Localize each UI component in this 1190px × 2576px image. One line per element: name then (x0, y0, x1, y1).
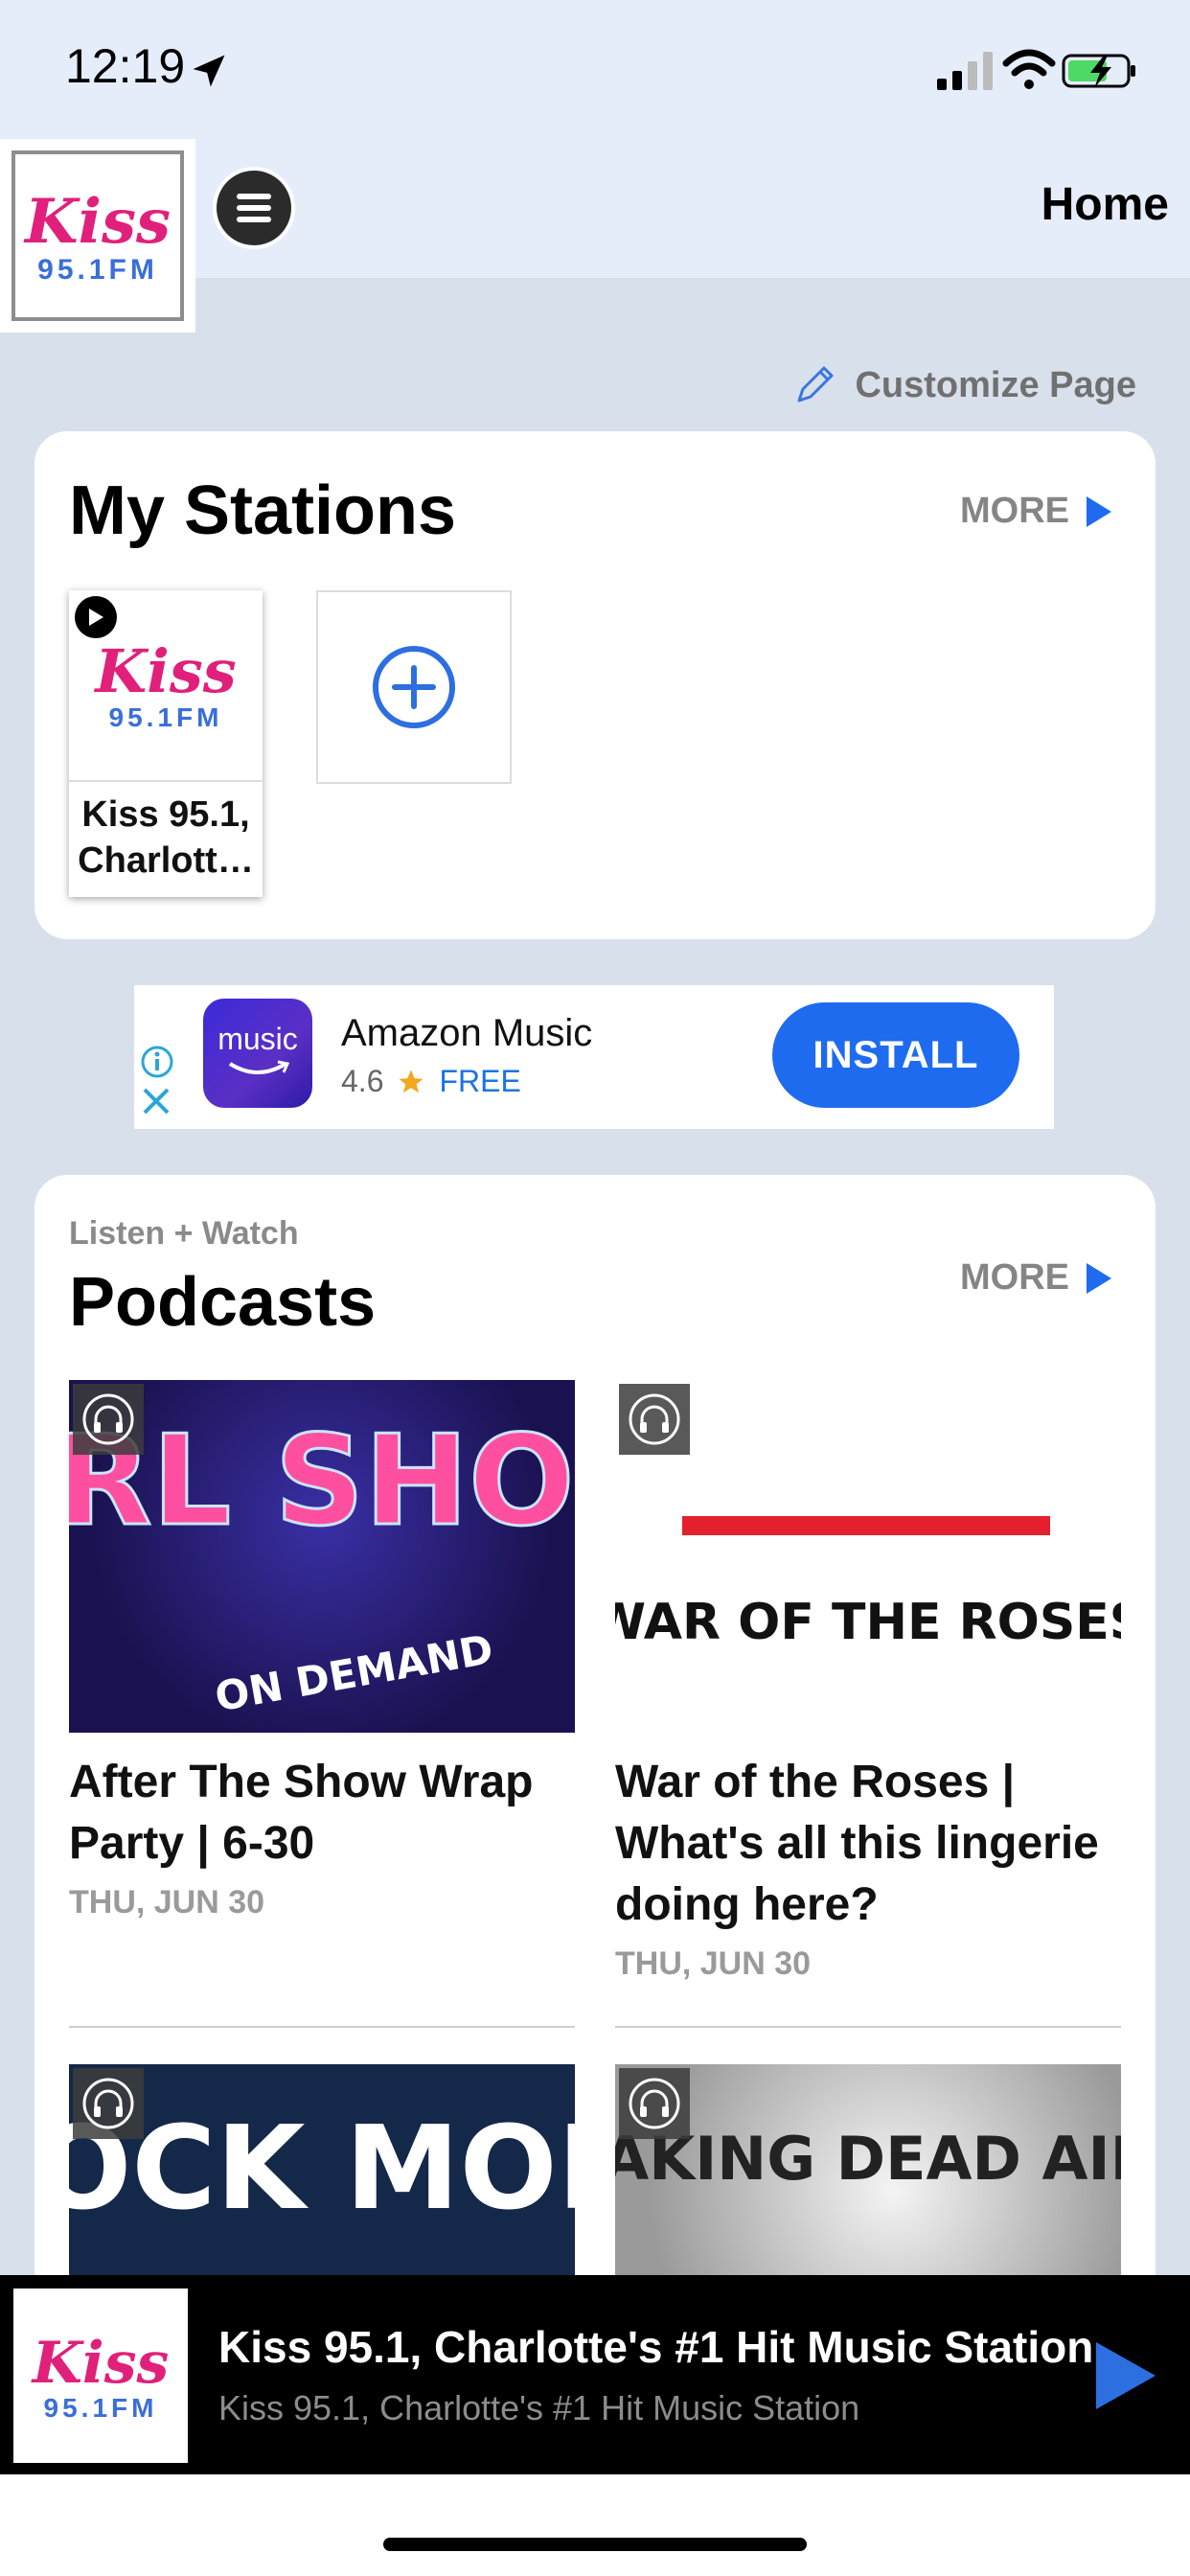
podcast-art-war-of-the-roses: WAR OF THE ROSES (615, 1380, 1121, 1733)
my-stations-card: My Stations MORE Kiss 95.1FM Kiss 95.1, … (34, 431, 1156, 939)
install-button[interactable]: INSTALL (772, 1002, 1019, 1108)
home-indicator-area (0, 2474, 1190, 2576)
ad-meta: 4.6 FREE (341, 1064, 521, 1099)
svg-text:WAR OF THE ROSES: WAR OF THE ROSES (615, 1594, 1121, 1651)
player-title: Kiss 95.1, Charlotte's #1 Hit Music Stat… (218, 2322, 1094, 2372)
svg-text:ON DEMAND: ON DEMAND (212, 1625, 496, 1720)
svg-text:95.1FM: 95.1FM (109, 702, 223, 732)
now-playing-bar[interactable]: Kiss 95.1FM Kiss 95.1, Charlotte's #1 Hi… (0, 2275, 1190, 2474)
headphones-icon (619, 1384, 690, 1455)
podcast-art-taking-dead-aim: TAKING DEAD AIM (615, 2064, 1121, 2275)
podcast-item[interactable]: WAR OF THE ROSES War of the Roses | What… (615, 1380, 1121, 1983)
chevron-right-icon (1087, 1262, 1111, 1294)
podcast-art-mock-more: MOCK MORE (69, 2064, 575, 2275)
svg-text:Kiss: Kiss (93, 636, 236, 706)
divider (69, 2026, 575, 2028)
ad-banner[interactable]: music Amazon Music 4.6 FREE INSTALL (134, 985, 1054, 1129)
page-title: Home (1041, 179, 1169, 230)
customize-page-button[interactable]: Customize Page (791, 362, 1136, 408)
star-icon (399, 1070, 423, 1092)
podcast-date: THU, JUN 30 (69, 1884, 265, 1920)
podcast-item[interactable]: MOCK MORE (69, 2064, 575, 2275)
podcast-item[interactable]: TAKING DEAD AIM (615, 2064, 1121, 2275)
svg-text:TAKING DEAD AIM: TAKING DEAD AIM (615, 2124, 1121, 2194)
pencil-icon (797, 366, 834, 402)
station-tile[interactable]: Kiss 95.1FM Kiss 95.1, Charlott… (69, 590, 263, 897)
more-label: MORE (960, 491, 1069, 531)
svg-text:MRL SHOW: MRL SHOW (69, 1408, 575, 1553)
svg-text:Kiss: Kiss (23, 186, 171, 258)
info-icon[interactable] (140, 1045, 174, 1079)
close-icon[interactable] (140, 1085, 172, 1117)
headphones-icon (619, 2068, 690, 2139)
plus-circle-icon (373, 646, 455, 728)
podcast-title: War of the Roses | What's all this linge… (615, 1757, 1099, 1930)
amazon-music-app-icon: music (203, 999, 312, 1108)
station-logo[interactable]: Kiss 95.1FM (0, 139, 195, 333)
more-label: MORE (960, 1257, 1069, 1298)
podcasts-more-link[interactable]: MORE (960, 1257, 1113, 1299)
divider (615, 2026, 1121, 2028)
kiss-logo: Kiss 95.1FM (93, 636, 236, 732)
ad-app-name: Amazon Music (341, 1012, 593, 1054)
status-time: 12:19 (65, 39, 186, 93)
podcast-date: THU, JUN 30 (615, 1945, 812, 1982)
play-icon[interactable] (75, 596, 117, 638)
player-station-logo: Kiss 95.1FM (13, 2288, 188, 2463)
wifi-icon (1002, 49, 1056, 89)
ad-rating: 4.6 (341, 1064, 384, 1098)
svg-text:MOCK MORE: MOCK MORE (69, 2103, 575, 2236)
play-icon[interactable] (1092, 2338, 1159, 2413)
location-arrow-icon (193, 55, 225, 87)
podcast-title: After The Show Wrap Party | 6-30 (69, 1757, 534, 1869)
player-subtitle: Kiss 95.1, Charlotte's #1 Hit Music Stat… (218, 2388, 860, 2427)
hamburger-icon (237, 194, 271, 222)
my-stations-title: My Stations (69, 472, 457, 549)
customize-label: Customize Page (855, 364, 1136, 405)
home-indicator[interactable] (383, 2538, 807, 2551)
station-name: Kiss 95.1, Charlott… (78, 794, 254, 881)
stations-more-link[interactable]: MORE (960, 491, 1113, 532)
podcasts-subtitle: Listen + Watch (69, 1215, 299, 1252)
kiss-logo: Kiss 95.1FM (11, 150, 184, 321)
add-station-button[interactable] (316, 590, 512, 784)
battery-charging-icon (1062, 54, 1135, 88)
top-bar: 12:19 Kiss 95.1FM Home (0, 0, 1190, 333)
svg-text:95.1FM: 95.1FM (44, 2393, 158, 2423)
headphones-icon (73, 2068, 144, 2139)
menu-button[interactable] (213, 167, 295, 249)
podcast-art-mrl: MRL SHOW ON DEMAND (69, 1380, 575, 1733)
signal-icon (937, 52, 993, 90)
svg-text:95.1FM: 95.1FM (37, 254, 158, 286)
ad-price: FREE (439, 1064, 521, 1098)
podcasts-title: Podcasts (69, 1264, 377, 1341)
svg-text:Kiss: Kiss (31, 2330, 170, 2397)
chevron-right-icon (1087, 495, 1111, 527)
headphones-icon (73, 1384, 144, 1455)
station-art: Kiss 95.1FM (69, 590, 263, 782)
podcast-item[interactable]: MRL SHOW ON DEMAND After The Show Wrap P… (69, 1380, 575, 1921)
